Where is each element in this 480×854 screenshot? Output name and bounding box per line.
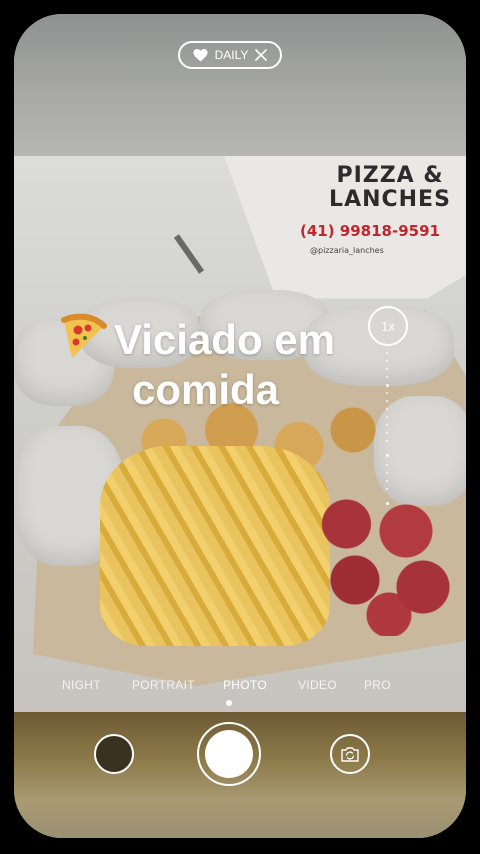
close-icon[interactable]: [255, 49, 268, 61]
zoom-label: 1x: [381, 318, 395, 334]
camera-preview: PIZZA & LANCHES (41) 99818-9591 @pizzari…: [14, 156, 466, 712]
caption-line-1: Viciado em: [114, 316, 335, 363]
brand-handle: @pizzaria_lanches: [310, 246, 384, 255]
camera-mode-selector: NIGHT PORTRAIT PHOTO VIDEO PRO: [0, 678, 480, 698]
brand-line-1: PIZZA &: [336, 163, 444, 188]
box-fold-line: [173, 234, 205, 274]
mode-portrait[interactable]: PORTRAIT: [132, 678, 195, 692]
zoom-slider-track[interactable]: [385, 352, 389, 505]
brand-line-2: LANCHES: [329, 187, 451, 212]
daily-pill[interactable]: DAILY: [178, 41, 282, 69]
zoom-button[interactable]: 1x: [368, 306, 408, 346]
gallery-thumbnail[interactable]: [94, 734, 134, 774]
daily-label: DAILY: [214, 48, 249, 62]
pizza-icon: [61, 313, 107, 358]
flip-camera-icon: [341, 747, 359, 762]
caption-line-2: comida: [132, 366, 280, 413]
box-brand-text: PIZZA & LANCHES: [310, 164, 466, 212]
mode-video[interactable]: VIDEO: [298, 678, 337, 692]
brand-phone: (41) 99818-9591: [300, 222, 440, 240]
active-mode-indicator: [226, 700, 232, 706]
camera-viewfinder: PIZZA & LANCHES (41) 99818-9591 @pizzari…: [14, 14, 466, 838]
mode-pro[interactable]: PRO: [364, 678, 391, 692]
shutter-button[interactable]: [197, 722, 261, 786]
french-fries: [100, 446, 330, 646]
salami-slices: [304, 496, 466, 636]
preview-top-blur: [14, 14, 466, 156]
mode-photo[interactable]: PHOTO: [223, 678, 267, 692]
flip-camera-button[interactable]: [330, 734, 370, 774]
caption-text[interactable]: Viciado em comida: [58, 312, 418, 415]
mode-night[interactable]: NIGHT: [62, 678, 101, 692]
shutter-inner: [205, 730, 253, 778]
heart-icon: [193, 48, 208, 61]
